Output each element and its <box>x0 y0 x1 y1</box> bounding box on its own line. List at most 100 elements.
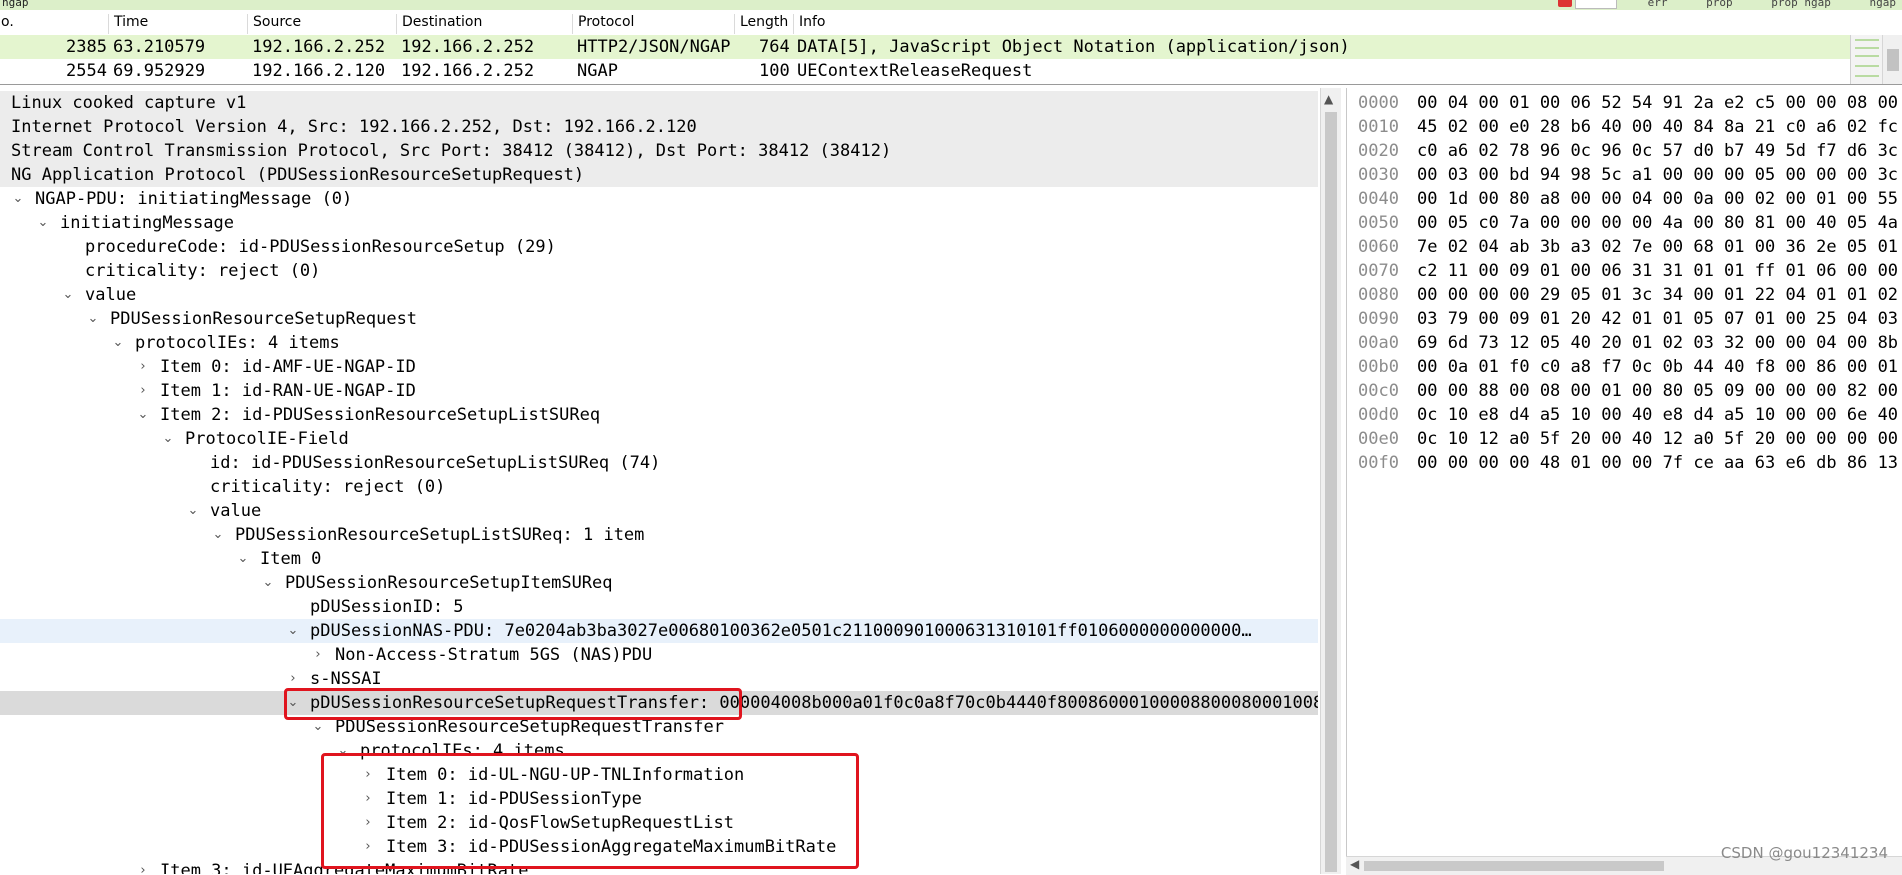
hex-row[interactable]: 0010 45 02 00 e0 28 b6 40 00 40 84 8a 21… <box>1347 115 1902 139</box>
chevron-down-icon[interactable]: ⌄ <box>85 307 101 331</box>
tree-row-initiating-message[interactable]: ⌄ initiatingMessage <box>0 211 1318 235</box>
chevron-right-icon[interactable]: › <box>360 811 376 835</box>
chevron-down-icon[interactable]: ⌄ <box>235 547 251 571</box>
filter-button-err[interactable]: err <box>1648 0 1668 9</box>
chevron-down-icon[interactable]: ⌄ <box>35 211 51 235</box>
filter-button-prop[interactable]: prop <box>1706 0 1733 9</box>
chevron-down-icon[interactable]: ⌄ <box>60 283 76 307</box>
column-header-time[interactable]: Time <box>108 14 148 34</box>
hex-row[interactable]: 0070 c2 11 00 09 01 00 06 31 31 01 01 ff… <box>1347 259 1902 283</box>
column-header-protocol[interactable]: Protocol <box>572 14 634 34</box>
tree-row-id[interactable]: id: id-PDUSessionResourceSetupListSUReq … <box>0 451 1318 475</box>
tree-row-nas-pdu[interactable]: ⌄ pDUSessionNAS-PDU: 7e0204ab3ba3027e006… <box>0 619 1318 643</box>
column-header-info[interactable]: Info <box>793 14 826 34</box>
packet-minimap[interactable] <box>1850 35 1883 84</box>
tree-row-s-nssai[interactable]: › s-NSSAI <box>0 667 1318 691</box>
hex-offset: 00d0 <box>1358 405 1399 425</box>
chevron-down-icon[interactable]: ⌄ <box>285 691 301 715</box>
column-header-no[interactable]: o. <box>0 14 14 34</box>
tree-row-setup-item[interactable]: ⌄ PDUSessionResourceSetupItemSUReq <box>0 571 1318 595</box>
hex-row[interactable]: 00e0 0c 10 12 a0 5f 20 00 40 12 a0 5f 20… <box>1347 427 1902 451</box>
chevron-right-icon[interactable]: › <box>135 355 151 379</box>
hex-row[interactable]: 00f0 00 00 00 00 48 01 00 00 7f ce aa 63… <box>1347 451 1902 475</box>
chevron-down-icon[interactable]: ⌄ <box>210 523 226 547</box>
tree-row-setup-request-transfer-selected[interactable]: ⌄ pDUSessionResourceSetupRequestTransfer… <box>0 691 1318 715</box>
scroll-left-icon[interactable]: ◀ <box>1350 857 1359 871</box>
chevron-right-icon[interactable]: › <box>135 859 151 874</box>
tree-row-ngap[interactable]: NG Application Protocol (PDUSessionResou… <box>0 163 1318 187</box>
chevron-down-icon[interactable]: ⌄ <box>110 331 126 355</box>
tree-row-linux-cooked[interactable]: Linux cooked capture v1 <box>0 91 1318 115</box>
hex-row[interactable]: 00d0 0c 10 e8 d4 a5 10 00 40 e8 d4 a5 10… <box>1347 403 1902 427</box>
chevron-right-icon[interactable]: › <box>135 379 151 403</box>
tree-row-pdu-session-id[interactable]: pDUSessionID: 5 <box>0 595 1318 619</box>
tree-row-transfer-item-0[interactable]: › Item 0: id-UL-NGU-UP-TNLInformation <box>0 763 1318 787</box>
chevron-down-icon[interactable]: ⌄ <box>260 571 276 595</box>
clear-filter-icon[interactable] <box>1558 0 1572 7</box>
filter-apply-box[interactable] <box>1575 0 1617 9</box>
hex-row[interactable]: 0050 00 05 c0 7a 00 00 00 00 4a 00 80 81… <box>1347 211 1902 235</box>
chevron-down-icon[interactable]: ⌄ <box>310 715 326 739</box>
hex-row[interactable]: 00c0 00 00 88 00 08 00 01 00 80 05 09 00… <box>1347 379 1902 403</box>
hex-offset: 0080 <box>1358 285 1399 305</box>
tree-row-value[interactable]: ⌄ value <box>0 499 1318 523</box>
tree-row-list-item-0[interactable]: ⌄ Item 0 <box>0 547 1318 571</box>
hex-row[interactable]: 0000 00 04 00 01 00 06 52 54 91 2a e2 c5… <box>1347 91 1902 115</box>
chevron-down-icon[interactable]: ⌄ <box>135 403 151 427</box>
display-filter-text[interactable]: ngap <box>2 0 29 9</box>
hex-row[interactable]: 0080 00 00 00 00 29 05 01 3c 34 00 01 22… <box>1347 283 1902 307</box>
tree-row-setup-list[interactable]: ⌄ PDUSessionResourceSetupListSUReq: 1 it… <box>0 523 1318 547</box>
tree-row-nas-5gs[interactable]: › Non-Access-Stratum 5GS (NAS)PDU <box>0 643 1318 667</box>
chevron-down-icon[interactable]: ⌄ <box>335 739 351 763</box>
tree-row-transfer-protocol-ies[interactable]: ⌄ protocolIEs: 4 items <box>0 739 1318 763</box>
tree-row-setup-request[interactable]: ⌄ PDUSessionResourceSetupRequest <box>0 307 1318 331</box>
tree-row-sctp[interactable]: Stream Control Transmission Protocol, Sr… <box>0 139 1318 163</box>
chevron-right-icon[interactable]: › <box>360 763 376 787</box>
tree-row-ue-aggregate[interactable]: › Item 3: id-UEAggregateMaximumBitRate <box>0 859 1318 874</box>
chevron-right-icon[interactable]: › <box>360 787 376 811</box>
chevron-right-icon[interactable]: › <box>285 667 301 691</box>
hex-row[interactable]: 0060 7e 02 04 ab 3b a3 02 7e 00 68 01 00… <box>1347 235 1902 259</box>
packet-list-scrollbar[interactable] <box>1882 35 1902 84</box>
chevron-down-icon[interactable]: ⌄ <box>10 187 26 211</box>
column-header-length[interactable]: Length <box>734 14 788 34</box>
filter-button-prop-ngap[interactable]: prop ngap <box>1771 0 1831 9</box>
tree-row-item-1[interactable]: › Item 1: id-RAN-UE-NGAP-ID <box>0 379 1318 403</box>
hex-row[interactable]: 0090 03 79 00 09 01 20 42 01 01 05 07 01… <box>1347 307 1902 331</box>
tree-row-protocol-ies[interactable]: ⌄ protocolIEs: 4 items <box>0 331 1318 355</box>
chevron-right-icon[interactable]: › <box>310 643 326 667</box>
hex-row[interactable]: 0020 c0 a6 02 78 96 0c 96 0c 57 d0 b7 49… <box>1347 139 1902 163</box>
packet-row-selected[interactable]: 2385 63.210579 192.166.2.252 192.166.2.2… <box>0 35 1850 59</box>
details-scrollbar[interactable]: ▲ <box>1320 88 1341 874</box>
tree-row-transfer-item-3[interactable]: › Item 3: id-PDUSessionAggregateMaximumB… <box>0 835 1318 859</box>
hex-row[interactable]: 00b0 00 0a 01 f0 c0 a8 f7 0c 0b 44 40 f8… <box>1347 355 1902 379</box>
column-header-destination[interactable]: Destination <box>396 14 482 34</box>
tree-row-protocolie-field[interactable]: ⌄ ProtocolIE-Field <box>0 427 1318 451</box>
column-header-source[interactable]: Source <box>247 14 301 34</box>
scrollbar-thumb[interactable] <box>1887 49 1899 71</box>
tree-row-setup-request-transfer[interactable]: ⌄ PDUSessionResourceSetupRequestTransfer <box>0 715 1318 739</box>
filter-button-ngap[interactable]: ngap <box>1870 0 1897 9</box>
tree-row-criticality[interactable]: criticality: reject (0) <box>0 259 1318 283</box>
hex-row[interactable]: 0040 00 1d 00 80 a8 00 00 04 00 0a 00 02… <box>1347 187 1902 211</box>
tree-row-text: s-NSSAI <box>310 669 382 689</box>
chevron-down-icon[interactable]: ⌄ <box>160 427 176 451</box>
tree-row-value[interactable]: ⌄ value <box>0 283 1318 307</box>
tree-row-transfer-item-1[interactable]: › Item 1: id-PDUSessionType <box>0 787 1318 811</box>
chevron-down-icon[interactable]: ⌄ <box>285 619 301 643</box>
tree-row-procedure-code[interactable]: procedureCode: id-PDUSessionResourceSetu… <box>0 235 1318 259</box>
tree-row-transfer-item-2[interactable]: › Item 2: id-QosFlowSetupRequestList <box>0 811 1318 835</box>
packet-row[interactable]: 2554 69.952929 192.166.2.120 192.166.2.2… <box>0 59 1850 83</box>
tree-row-item-0[interactable]: › Item 0: id-AMF-UE-NGAP-ID <box>0 355 1318 379</box>
hex-row[interactable]: 00a0 69 6d 73 12 05 40 20 01 02 03 32 00… <box>1347 331 1902 355</box>
scrollbar-thumb[interactable] <box>1364 861 1664 871</box>
tree-row-criticality[interactable]: criticality: reject (0) <box>0 475 1318 499</box>
scrollbar-thumb[interactable] <box>1325 112 1337 872</box>
chevron-down-icon[interactable]: ⌄ <box>185 499 201 523</box>
scroll-up-icon[interactable]: ▲ <box>1324 92 1333 106</box>
chevron-right-icon[interactable]: › <box>360 835 376 859</box>
tree-row-item-2[interactable]: ⌄ Item 2: id-PDUSessionResourceSetupList… <box>0 403 1318 427</box>
tree-row-ipv4[interactable]: Internet Protocol Version 4, Src: 192.16… <box>0 115 1318 139</box>
hex-row[interactable]: 0030 00 03 00 bd 94 98 5c a1 00 00 00 05… <box>1347 163 1902 187</box>
tree-row-ngap-pdu[interactable]: ⌄ NGAP-PDU: initiatingMessage (0) <box>0 187 1318 211</box>
